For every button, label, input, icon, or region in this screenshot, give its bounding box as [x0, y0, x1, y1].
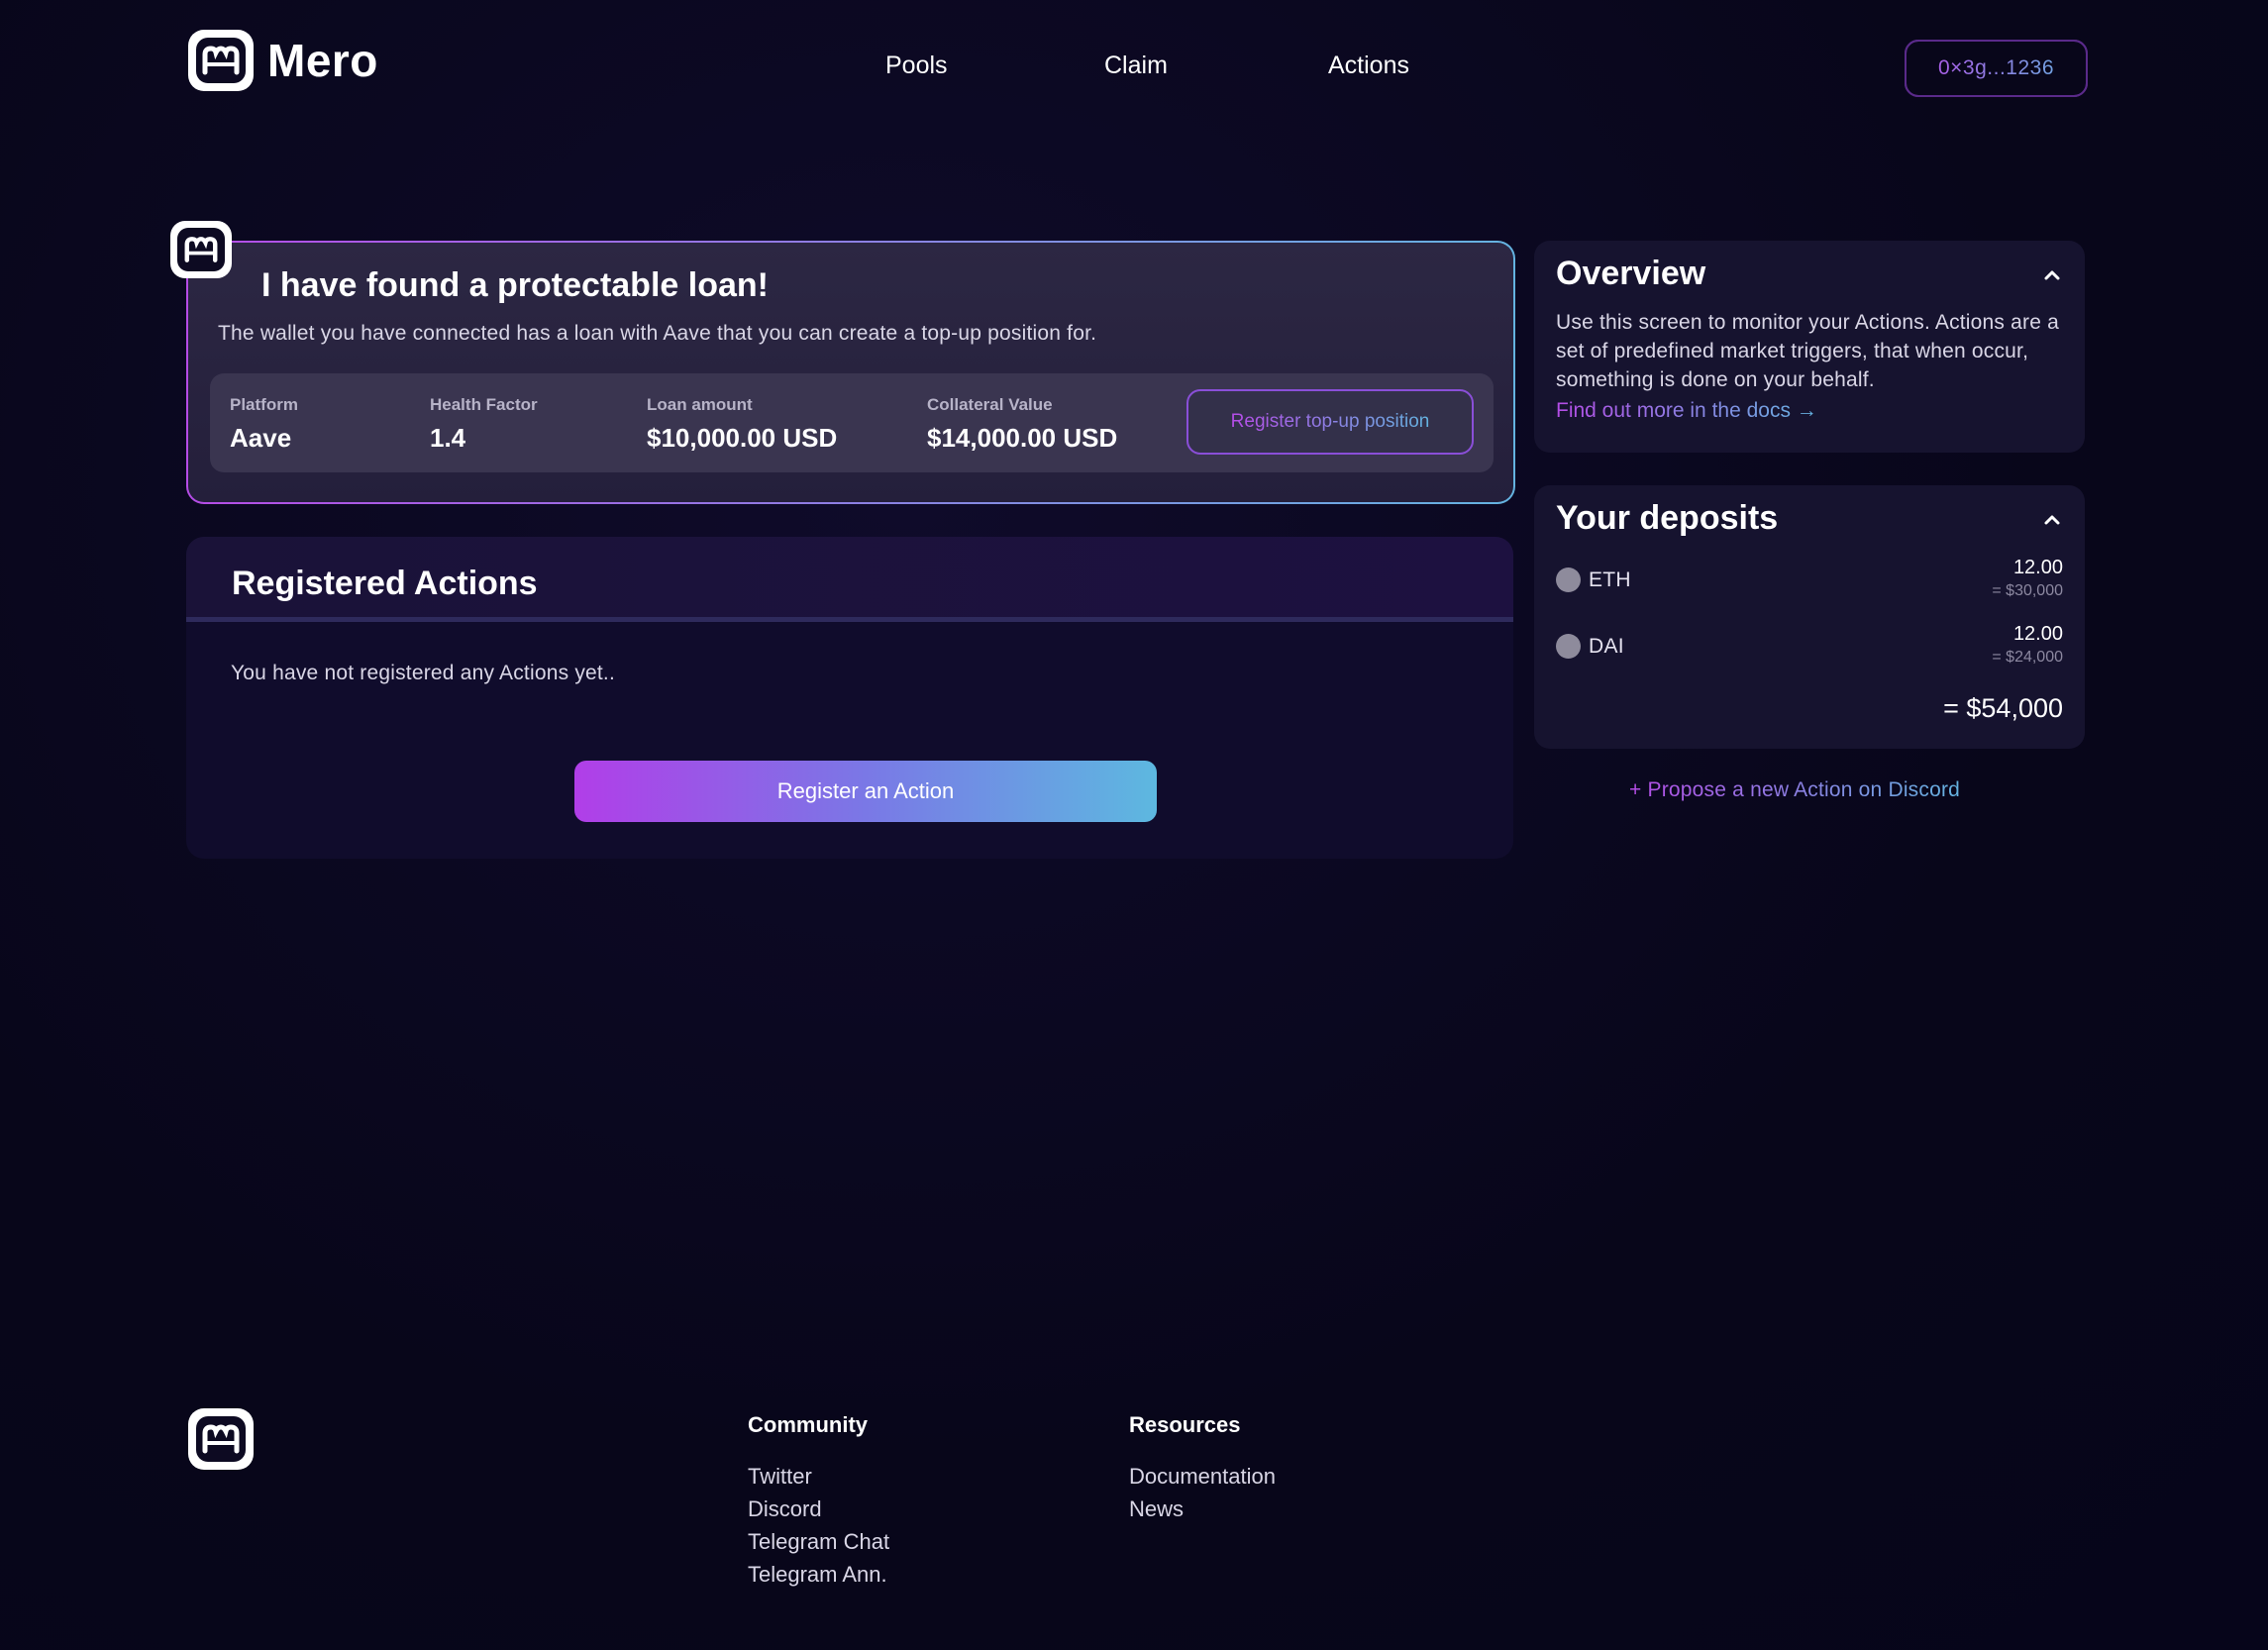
loan-stats-bar: Platform Aave Health Factor 1.4 Loan amo…: [210, 373, 1494, 472]
deposits-title: Your deposits: [1556, 499, 1779, 537]
token-circle-icon: [1556, 634, 1581, 659]
stat-platform-label: Platform: [230, 395, 298, 414]
stat-health-factor: Health Factor 1.4: [430, 395, 538, 454]
deposit-token: DAI: [1589, 635, 1624, 658]
wallet-address-button[interactable]: 0×3g...1236: [1905, 40, 2088, 97]
deposit-row-dai: DAI 12.00 = $24,000: [1556, 621, 2063, 670]
footer-link-twitter[interactable]: Twitter: [748, 1460, 889, 1493]
footer-community-heading: Community: [748, 1412, 868, 1437]
deposit-token: ETH: [1589, 568, 1631, 591]
mero-logo-icon: [188, 30, 254, 91]
footer-community: Community Twitter Discord Telegram Chat …: [748, 1412, 889, 1591]
loan-card-body: I have found a protectable loan! The wal…: [170, 221, 1513, 502]
deposits-total: = $54,000: [1943, 693, 2063, 723]
loan-alert-description: The wallet you have connected has a loan…: [218, 322, 1097, 345]
stat-health-value: 1.4: [430, 423, 466, 453]
stat-collateral-label: Collateral Value: [927, 395, 1053, 414]
deposit-usd: = $24,000: [1992, 649, 2063, 666]
footer-link-discord[interactable]: Discord: [748, 1493, 889, 1525]
nav-claim[interactable]: Claim: [1104, 52, 1168, 80]
docs-link[interactable]: Find out more in the docs →: [1556, 399, 1817, 423]
footer-resources-heading: Resources: [1129, 1412, 1241, 1437]
registered-actions-header: Registered Actions: [186, 537, 1513, 622]
stat-collateral-amount: $14,000.00 USD: [927, 423, 1118, 453]
brand-logo[interactable]: Mero: [188, 30, 378, 91]
deposit-amount: 12.00: [2012, 557, 2063, 578]
overview-panel: Overview Use this screen to monitor your…: [1534, 241, 2085, 453]
stat-health-label: Health Factor: [430, 395, 538, 414]
stat-collateral-value: Collateral Value $14,000.00 USD: [927, 395, 1117, 454]
footer-resources: Resources Documentation News: [1129, 1412, 1276, 1525]
register-topup-label: Register top-up position: [1230, 411, 1430, 432]
protectable-loan-card: I have found a protectable loan! The wal…: [170, 221, 1515, 504]
propose-action-discord-link[interactable]: + Propose a new Action on Discord: [1629, 778, 1960, 802]
register-action-button[interactable]: Register an Action: [574, 761, 1157, 822]
footer-link-telegram-ann[interactable]: Telegram Ann.: [748, 1558, 889, 1591]
overview-title: Overview: [1556, 255, 1706, 292]
register-topup-button[interactable]: Register top-up position: [1186, 389, 1474, 455]
token-circle-icon: [1556, 567, 1581, 592]
stat-loan-label: Loan amount: [647, 395, 753, 414]
mero-logo-icon[interactable]: [188, 1408, 254, 1470]
footer-link-documentation[interactable]: Documentation: [1129, 1460, 1276, 1493]
stat-loan-value: $10,000.00 USD: [647, 423, 838, 453]
overview-text: Use this screen to monitor your Actions.…: [1556, 311, 2060, 391]
actions-empty-message: You have not registered any Actions yet.…: [231, 662, 616, 684]
chevron-up-icon[interactable]: [2039, 507, 2065, 533]
registered-actions-title: Registered Actions: [232, 565, 538, 602]
footer-link-telegram-chat[interactable]: Telegram Chat: [748, 1525, 889, 1558]
loan-alert-title: I have found a protectable loan!: [261, 266, 769, 304]
registered-actions-card: Registered Actions You have not register…: [186, 537, 1513, 859]
deposit-usd: = $30,000: [1992, 582, 2063, 599]
nav-actions[interactable]: Actions: [1328, 52, 1409, 80]
footer-link-news[interactable]: News: [1129, 1493, 1276, 1525]
nav-pools[interactable]: Pools: [885, 52, 948, 80]
stat-loan-amount: Loan amount $10,000.00 USD: [647, 395, 837, 454]
stat-platform: Platform Aave: [230, 395, 298, 454]
top-header: Mero Pools Claim Actions 0×3g...1236: [0, 0, 2268, 139]
mero-logo-icon: [170, 221, 232, 278]
deposits-panel: Your deposits ETH 12.00 = $30,000 DAI 12…: [1534, 485, 2085, 749]
chevron-up-icon[interactable]: [2039, 262, 2065, 288]
deposit-row-eth: ETH 12.00 = $30,000: [1556, 555, 2063, 604]
deposit-amount: 12.00: [2012, 623, 2063, 645]
brand-name: Mero: [267, 35, 378, 86]
stat-platform-value: Aave: [230, 423, 292, 453]
